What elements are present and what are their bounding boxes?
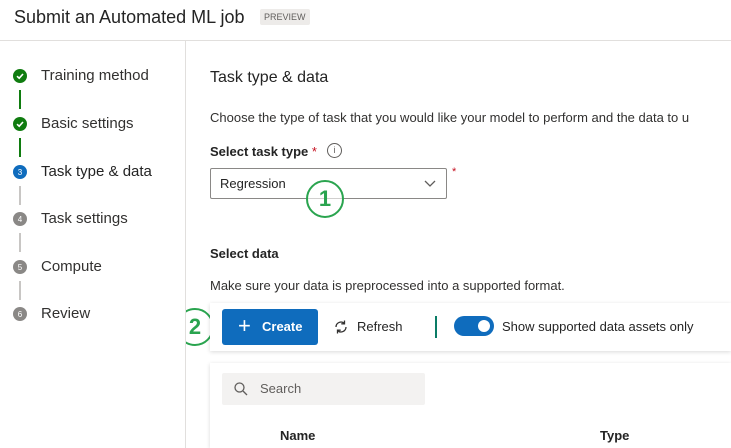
data-toolbar: + Create Refresh Show supported data ass… <box>210 303 731 351</box>
step-task-settings[interactable]: 4 Task settings <box>0 208 185 232</box>
column-header-type[interactable]: Type <box>600 428 629 443</box>
step-label: Training method <box>41 67 149 84</box>
task-type-label: Select task type * <box>210 144 317 159</box>
step-number-icon: 6 <box>13 307 27 321</box>
refresh-button-label: Refresh <box>357 319 403 334</box>
search-placeholder: Search <box>260 381 302 396</box>
search-input[interactable]: Search <box>222 373 425 405</box>
annotation-marker-1: 1 <box>306 180 344 218</box>
step-label: Review <box>41 305 91 322</box>
section-title: Task type & data <box>210 69 329 86</box>
step-connector <box>19 90 21 109</box>
chevron-down-icon <box>422 175 438 196</box>
refresh-icon <box>332 318 350 339</box>
search-icon <box>233 381 249 402</box>
main-content: Task type & data Choose the type of task… <box>186 41 731 448</box>
create-button[interactable]: + Create <box>222 309 318 345</box>
step-number-icon: 5 <box>13 260 27 274</box>
step-connector <box>19 281 21 300</box>
required-mark: * <box>311 144 317 159</box>
step-label: Basic settings <box>41 115 134 132</box>
section-description: Choose the type of task that you would l… <box>210 110 690 125</box>
step-review[interactable]: 6 Review <box>0 303 185 327</box>
wizard-steps: Training method Basic settings 3 Task ty… <box>0 41 186 448</box>
step-training-method[interactable]: Training method <box>0 65 185 89</box>
create-button-label: Create <box>262 319 303 334</box>
checkmark-icon <box>13 117 27 131</box>
task-type-label-text: Select task type <box>210 144 309 159</box>
column-header-name[interactable]: Name <box>280 428 315 443</box>
toggle-knob <box>478 320 490 332</box>
required-mark: * <box>452 166 457 178</box>
step-compute[interactable]: 5 Compute <box>0 256 185 280</box>
page-title: Submit an Automated ML job <box>14 7 245 27</box>
refresh-button[interactable]: Refresh <box>332 309 422 345</box>
preview-badge: PREVIEW <box>260 9 310 25</box>
step-connector <box>19 186 21 205</box>
select-data-description: Make sure your data is preprocessed into… <box>210 278 565 293</box>
info-icon[interactable]: i <box>327 143 342 158</box>
select-data-title: Select data <box>210 246 279 261</box>
toolbar-divider <box>435 316 437 338</box>
page-header: Submit an Automated ML job PREVIEW <box>0 0 731 41</box>
step-connector <box>19 138 21 157</box>
step-label: Task type & data <box>41 163 152 180</box>
step-task-type-data[interactable]: 3 Task type & data <box>0 161 185 185</box>
supported-assets-toggle[interactable] <box>454 316 494 336</box>
toggle-label: Show supported data assets only <box>502 319 694 334</box>
step-label: Compute <box>41 258 102 275</box>
step-label: Task settings <box>41 210 128 227</box>
step-basic-settings[interactable]: Basic settings <box>0 113 185 137</box>
step-number-icon: 3 <box>13 165 27 179</box>
dropdown-value: Regression <box>220 176 286 191</box>
step-connector <box>19 233 21 252</box>
checkmark-icon <box>13 69 27 83</box>
step-number-icon: 4 <box>13 212 27 226</box>
data-assets-table: Search Name Type <box>210 363 731 448</box>
plus-icon: + <box>238 313 251 338</box>
